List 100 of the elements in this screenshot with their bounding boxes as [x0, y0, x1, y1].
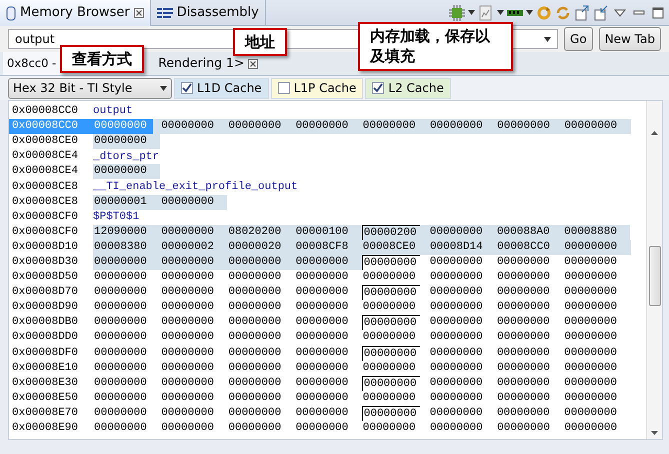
- memory-value: 00000000: [563, 240, 618, 255]
- import-icon[interactable]: [593, 4, 609, 20]
- memory-value: 00000000: [563, 330, 618, 346]
- address-label: 0x00008DB0: [11, 315, 80, 330]
- scroll-up-icon[interactable]: [651, 131, 658, 135]
- memory-value: 08020200: [227, 224, 282, 240]
- memory-value: 00008380: [93, 240, 148, 255]
- memory-value: 00000000: [496, 390, 551, 406]
- memory-value: 00000000: [496, 346, 551, 361]
- memory-value: 00000000: [93, 254, 148, 270]
- memory-value: 00000000: [428, 376, 484, 391]
- memory-value: 00000000: [160, 254, 215, 270]
- memory-value: 00000000: [428, 315, 484, 330]
- memory-value: 00000000: [294, 315, 350, 330]
- memory-value: 00000000: [227, 390, 282, 406]
- memory-value: 00000000: [496, 270, 551, 286]
- address-label: 0x00008CC0: [11, 104, 80, 120]
- memory-value: 00008CE0: [362, 240, 417, 255]
- check-icon[interactable]: [182, 83, 192, 93]
- memory-value: 00000000: [294, 270, 350, 286]
- memory-value: 00000000: [428, 119, 484, 134]
- address-label: 0x00008D90: [11, 300, 80, 316]
- chip-icon[interactable]: [449, 4, 465, 20]
- memory-value: 00000000: [160, 300, 215, 316]
- address-label: 0x00008E10: [11, 360, 80, 376]
- view-tab[interactable]: Memory Browser: [0, 0, 151, 26]
- memory-value: 00000000: [294, 360, 350, 376]
- memory-value: 00000000: [227, 300, 282, 316]
- memory-value: 00000000: [362, 346, 420, 361]
- memory-value: 00000000: [227, 346, 282, 361]
- go-button[interactable]: Go: [564, 27, 593, 51]
- memory-value: 00008880: [563, 224, 618, 240]
- scrollbar[interactable]: [646, 101, 662, 439]
- memory-value: 00000000: [294, 119, 350, 134]
- annotation-tooltip: 内存加载，保存以及填充: [358, 22, 513, 70]
- memory-value: 00000000: [294, 285, 350, 300]
- address-label: 0x00008E90: [11, 421, 80, 436]
- scroll-down-icon[interactable]: [651, 431, 658, 435]
- memory-value: 00000000: [362, 421, 417, 436]
- memory-value: 000088A0: [496, 224, 551, 240]
- memory-value: 00000000: [294, 406, 350, 421]
- memory-value: 00000000: [227, 330, 282, 346]
- memory-value: 00000000: [93, 376, 148, 391]
- memory-value: 00000000: [428, 360, 484, 376]
- scroll-thumb[interactable]: [649, 246, 661, 306]
- memory-value: 00000000: [563, 119, 618, 134]
- caret-icon[interactable]: [497, 10, 504, 15]
- new-tab-button[interactable]: New Tab: [598, 27, 661, 51]
- address-label: 0x00008CE0: [11, 134, 80, 150]
- address-label: 0x00008CE4: [11, 164, 80, 180]
- list-icon[interactable]: [156, 7, 173, 19]
- memory-value: 00000002: [160, 240, 215, 255]
- memory-value: 12090000: [93, 224, 148, 240]
- format-dropdown[interactable]: Hex 32 Bit - TI Style: [8, 78, 172, 98]
- symbol-label: output: [93, 104, 133, 120]
- memory-value: 00000000: [227, 360, 282, 376]
- memory-value: 00000000: [160, 270, 215, 286]
- memory-value: 00000000: [362, 119, 417, 134]
- memory-value: 00000000: [160, 376, 215, 391]
- cache-checkbox[interactable]: L1D Cache: [174, 78, 269, 98]
- memory-value: 00000000: [93, 315, 148, 330]
- memory-value: 00000000: [160, 406, 215, 421]
- cache-checkbox[interactable]: L2 Cache: [365, 78, 451, 98]
- memory-value: 00000000: [496, 285, 551, 300]
- caret-icon[interactable]: [526, 10, 533, 15]
- memory-value: 00000000: [160, 285, 215, 300]
- memory-value: 00000000: [294, 330, 350, 346]
- annotation-tooltip: 查看方式: [60, 45, 144, 74]
- memory-value: 00000000: [362, 300, 417, 316]
- memory-value: 00000000: [362, 390, 417, 406]
- memory-value: 00000000: [362, 330, 417, 346]
- caret-icon[interactable]: [544, 36, 552, 42]
- memory-value: 00000000: [563, 346, 618, 361]
- caret-icon[interactable]: [160, 86, 167, 90]
- close-icon[interactable]: [248, 58, 258, 68]
- memory-value: 00000000: [496, 300, 551, 316]
- symbol-label: __TI_enable_exit_profile_output: [93, 180, 298, 195]
- memory-value: 00000000: [428, 224, 484, 240]
- memory-value: 00000000: [160, 315, 215, 330]
- memory-value: 00000000: [362, 285, 420, 300]
- memory-value: 00000000: [563, 406, 618, 421]
- maximize-icon[interactable]: [650, 4, 666, 20]
- memory-value: 00000000: [93, 285, 148, 300]
- address-label: 0x00008DF0: [11, 346, 80, 361]
- caret-icon[interactable]: [468, 10, 475, 15]
- export-icon[interactable]: [574, 4, 590, 20]
- memory-value: 00000000: [294, 421, 350, 436]
- check-icon[interactable]: [373, 83, 384, 93]
- close-icon[interactable]: [134, 8, 144, 18]
- cache-checkbox[interactable]: L1P Cache: [270, 78, 364, 98]
- cylinder-icon[interactable]: [6, 6, 16, 20]
- memory-value: 00000000: [93, 134, 148, 150]
- memory-value: 00000000: [294, 254, 350, 270]
- memory-value: 00000000: [93, 119, 153, 134]
- memory-value: 00000000: [563, 254, 618, 270]
- memory-value: 00000000: [227, 254, 282, 270]
- address-label: 0x00008E70: [11, 406, 80, 421]
- memory-value: 00000000: [362, 360, 417, 376]
- rendering-tab[interactable]: 0x8cc0 -: [3, 52, 60, 75]
- address-label: 0x00008CF0: [11, 224, 80, 240]
